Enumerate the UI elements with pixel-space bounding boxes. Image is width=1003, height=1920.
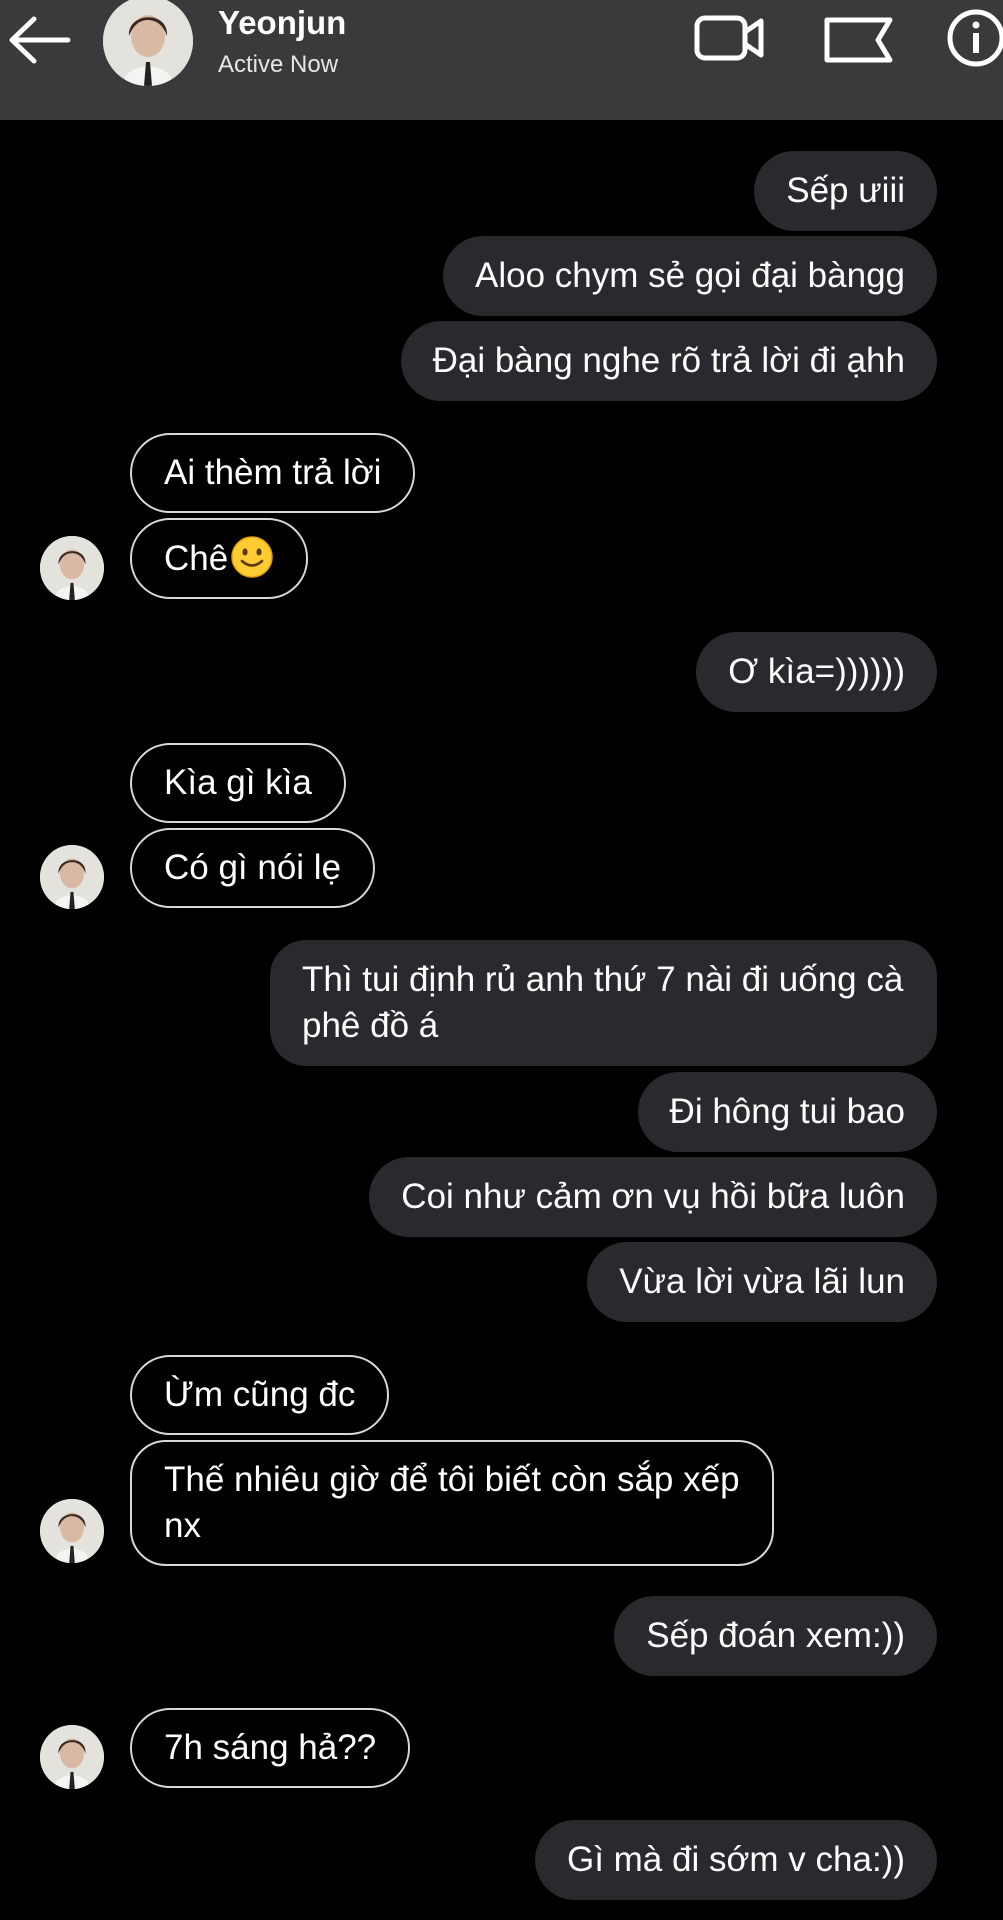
contact-avatar-small[interactable] [40, 1499, 104, 1563]
outgoing-message[interactable]: Đại bàng nghe rõ trả lời đi ạhh [400, 321, 937, 401]
incoming-message[interactable]: Có gì nói lẹ [130, 828, 376, 908]
outgoing-message[interactable]: Ơ kìa=)))))) [696, 632, 937, 712]
avatar-photo-icon [40, 1499, 104, 1563]
incoming-message[interactable]: Chê [130, 518, 309, 599]
message-text: Chê [164, 539, 229, 578]
outgoing-message[interactable]: Đi hông tui bao [637, 1072, 937, 1152]
incoming-message[interactable]: Ừm cũng đc [130, 1355, 390, 1435]
outgoing-message[interactable]: Sếp ưiii [754, 151, 937, 231]
outgoing-message[interactable]: Sếp đoán xem:)) [614, 1596, 937, 1676]
outgoing-message[interactable]: Vừa lời vừa lãi lun [587, 1242, 937, 1322]
avatar-photo-icon [40, 845, 104, 909]
avatar-photo-icon [103, 0, 193, 86]
incoming-message[interactable]: 7h sáng hả?? [130, 1708, 411, 1788]
video-call-icon[interactable] [693, 8, 767, 68]
outgoing-message[interactable]: Thì tui định rủ anh thứ 7 nài đi uống cà… [270, 940, 937, 1066]
contact-avatar-small[interactable] [40, 1725, 104, 1789]
contact-name[interactable]: Yeonjun [218, 4, 346, 42]
incoming-message[interactable]: Ai thèm trả lời [130, 433, 416, 513]
chat-header: Yeonjun Active Now [0, 0, 1003, 120]
slightly-smiling-face-icon [231, 536, 273, 578]
back-arrow-icon[interactable] [4, 10, 74, 70]
active-status: Active Now [218, 51, 339, 78]
flag-icon[interactable] [822, 8, 896, 68]
contact-avatar-small[interactable] [40, 845, 104, 909]
info-icon[interactable] [944, 8, 1003, 68]
incoming-message[interactable]: Kìa gì kìa [130, 743, 346, 823]
contact-avatar[interactable] [103, 0, 193, 86]
incoming-message[interactable]: Thế nhiêu giờ để tôi biết còn sắp xếp nx [130, 1440, 774, 1566]
avatar-photo-icon [40, 536, 104, 600]
outgoing-message[interactable]: Gì mà đi sớm v cha:)) [534, 1820, 937, 1900]
outgoing-message[interactable]: Aloo chym sẻ gọi đại bàngg [443, 236, 937, 316]
contact-avatar-small[interactable] [40, 536, 104, 600]
outgoing-message[interactable]: Coi như cảm ơn vụ hồi bữa luôn [369, 1157, 937, 1237]
avatar-photo-icon [40, 1725, 104, 1789]
